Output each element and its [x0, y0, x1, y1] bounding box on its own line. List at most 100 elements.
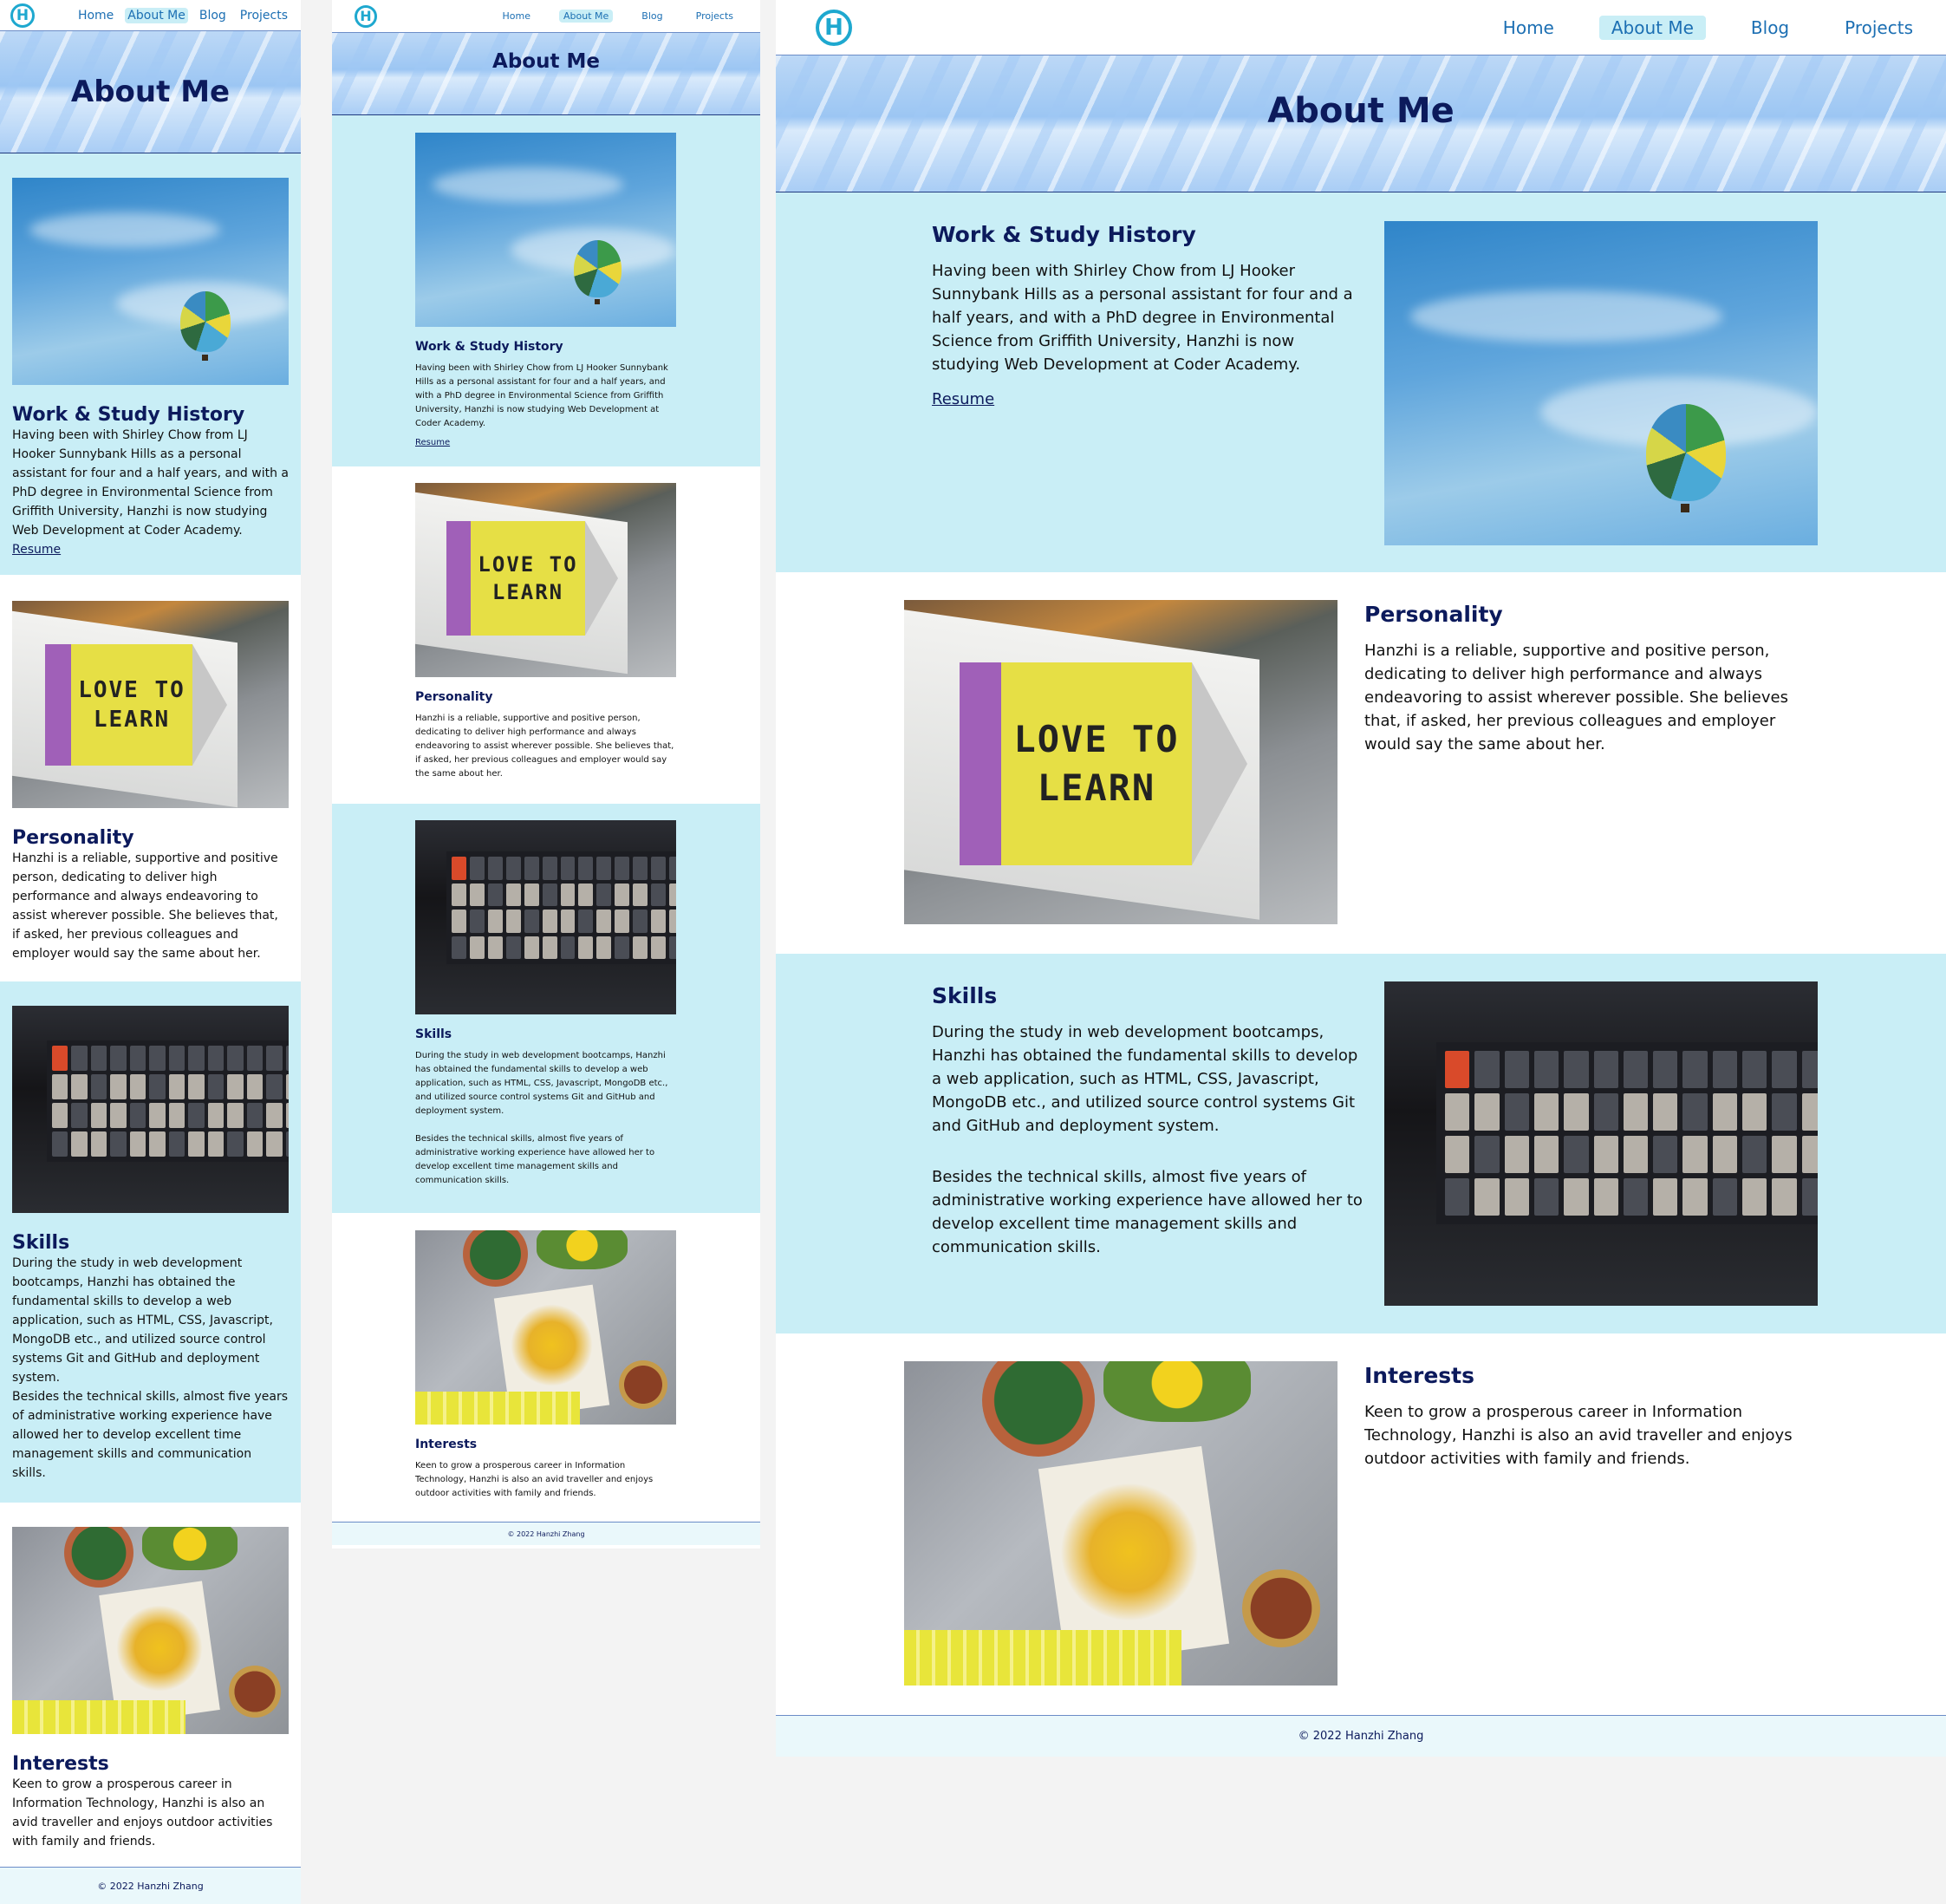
keyboard-key: [1445, 1136, 1470, 1173]
section-title: Skills: [415, 1027, 452, 1041]
keyboard-key: [505, 936, 521, 959]
keyboard-key: [578, 857, 594, 880]
keyboard-key: [633, 857, 648, 880]
nav-home[interactable]: Home: [1493, 16, 1565, 40]
keyboard-key: [52, 1046, 68, 1071]
keyboard-key: [1504, 1178, 1529, 1216]
resume-link[interactable]: Resume: [932, 390, 994, 408]
keyboard-key: [168, 1103, 185, 1128]
keyboard-key: [1682, 1178, 1708, 1216]
section-personality: LOVE TO LEARN Personality Hanzhi is a re…: [776, 572, 1946, 954]
keyboard-key: [1474, 1178, 1500, 1216]
keyboard-key: [227, 1046, 244, 1071]
painting-image: [415, 1230, 676, 1425]
keyboard-key: [110, 1046, 127, 1071]
keyboard-key: [207, 1131, 225, 1157]
keyboard-key: [1593, 1136, 1618, 1173]
keyboard-key: [669, 910, 676, 933]
nav-blog[interactable]: Blog: [1741, 16, 1800, 40]
keyboard-key: [1623, 1178, 1649, 1216]
keyboard-key: [487, 910, 503, 933]
keyboard-key: [129, 1074, 146, 1099]
keyboard-key: [542, 883, 557, 906]
keyboard-key: [1564, 1051, 1589, 1088]
keyboard-key: [524, 883, 539, 906]
keyboard-image: [415, 820, 676, 1014]
section-skills: Skills During the study in web developme…: [0, 981, 301, 1503]
pencil-text-line2: LEARN: [491, 580, 564, 604]
nav-projects[interactable]: Projects: [238, 8, 290, 23]
keyboard-key: [596, 910, 612, 933]
keyboard-key: [1474, 1093, 1500, 1131]
keyboard-key: [227, 1103, 244, 1128]
site-logo[interactable]: H: [10, 3, 35, 28]
keyboard-key: [669, 883, 676, 906]
nav-blog[interactable]: Blog: [637, 10, 667, 23]
site-logo[interactable]: H: [355, 4, 377, 28]
keyboard-key: [505, 883, 521, 906]
keyboard-key: [633, 936, 648, 959]
nav-about-me[interactable]: About Me: [1598, 15, 1706, 40]
painting-image: [12, 1527, 289, 1734]
keyboard-key: [227, 1131, 244, 1157]
resume-link[interactable]: Resume: [12, 543, 61, 557]
nav-projects[interactable]: Projects: [692, 10, 738, 23]
keyboard-key: [1742, 1093, 1767, 1131]
keyboard-key: [1712, 1093, 1738, 1131]
keyboard-key: [669, 936, 676, 959]
resume-link[interactable]: Resume: [415, 438, 450, 447]
keyboard-key: [1653, 1093, 1678, 1131]
keyboard-key: [285, 1131, 289, 1157]
nav-projects[interactable]: Projects: [1834, 16, 1923, 40]
keyboard-key: [1682, 1051, 1708, 1088]
nav-about-me[interactable]: About Me: [559, 10, 614, 23]
keyboard-key: [285, 1074, 289, 1099]
site-header: H Home About Me Blog Projects: [332, 0, 760, 33]
section-content: Skills During the study in web developme…: [932, 983, 1365, 1259]
section-text: During the study in web development boot…: [932, 1023, 1358, 1135]
section-title: Work & Study History: [932, 222, 1196, 247]
nav-home[interactable]: Home: [75, 8, 116, 23]
keyboard-key: [1533, 1136, 1559, 1173]
keyboard-image: [1384, 981, 1818, 1306]
page-title: About Me: [1267, 90, 1455, 131]
nav-about-me[interactable]: About Me: [125, 7, 188, 23]
nav-home[interactable]: Home: [498, 10, 535, 23]
keyboard-key: [90, 1046, 107, 1071]
keyboard-key: [542, 936, 557, 959]
keyboard-key: [1742, 1051, 1767, 1088]
keyboard-key: [596, 883, 612, 906]
section-text: Keen to grow a prosperous career in Info…: [415, 1461, 654, 1498]
keyboard-key: [524, 857, 539, 880]
keyboard-key: [469, 857, 485, 880]
keyboard-key: [1533, 1093, 1559, 1131]
keyboard-key: [1533, 1051, 1559, 1088]
keyboard-key: [1772, 1136, 1797, 1173]
keyboard-key: [651, 883, 667, 906]
keyboard-key: [452, 936, 466, 959]
desktop-viewport: H Home About Me Blog Projects About Me W…: [776, 0, 1946, 1757]
keyboard-key: [524, 936, 539, 959]
keyboard-key: [1504, 1136, 1529, 1173]
section-text: Having been with Shirley Chow from LJ Ho…: [932, 262, 1353, 374]
section-skills: Skills During the study in web developme…: [332, 804, 760, 1213]
site-header: H Home About Me Blog Projects: [776, 0, 1946, 55]
section-text: Having been with Shirley Chow from LJ Ho…: [12, 428, 289, 538]
section-title: Interests: [1364, 1363, 1475, 1388]
page-title: About Me: [70, 75, 231, 109]
keyboard-key: [1445, 1093, 1470, 1131]
keyboard-key: [246, 1074, 264, 1099]
keyboard-key: [1801, 1093, 1818, 1131]
hero-banner: About Me: [0, 31, 301, 153]
section-content: Interests Keen to grow a prosperous care…: [1364, 1363, 1798, 1470]
site-logo[interactable]: H: [816, 9, 852, 46]
keyboard-key: [1445, 1178, 1470, 1216]
nav-blog[interactable]: Blog: [197, 8, 229, 23]
keyboard-key: [1682, 1136, 1708, 1173]
pencil-sign: LOVE TO LEARN: [71, 644, 192, 766]
hero-banner: About Me: [776, 55, 1946, 192]
site-header: H Home About Me Blog Projects: [0, 0, 301, 31]
keyboard-key: [487, 883, 503, 906]
balloon-image: [12, 178, 289, 385]
keyboard-key: [542, 857, 557, 880]
